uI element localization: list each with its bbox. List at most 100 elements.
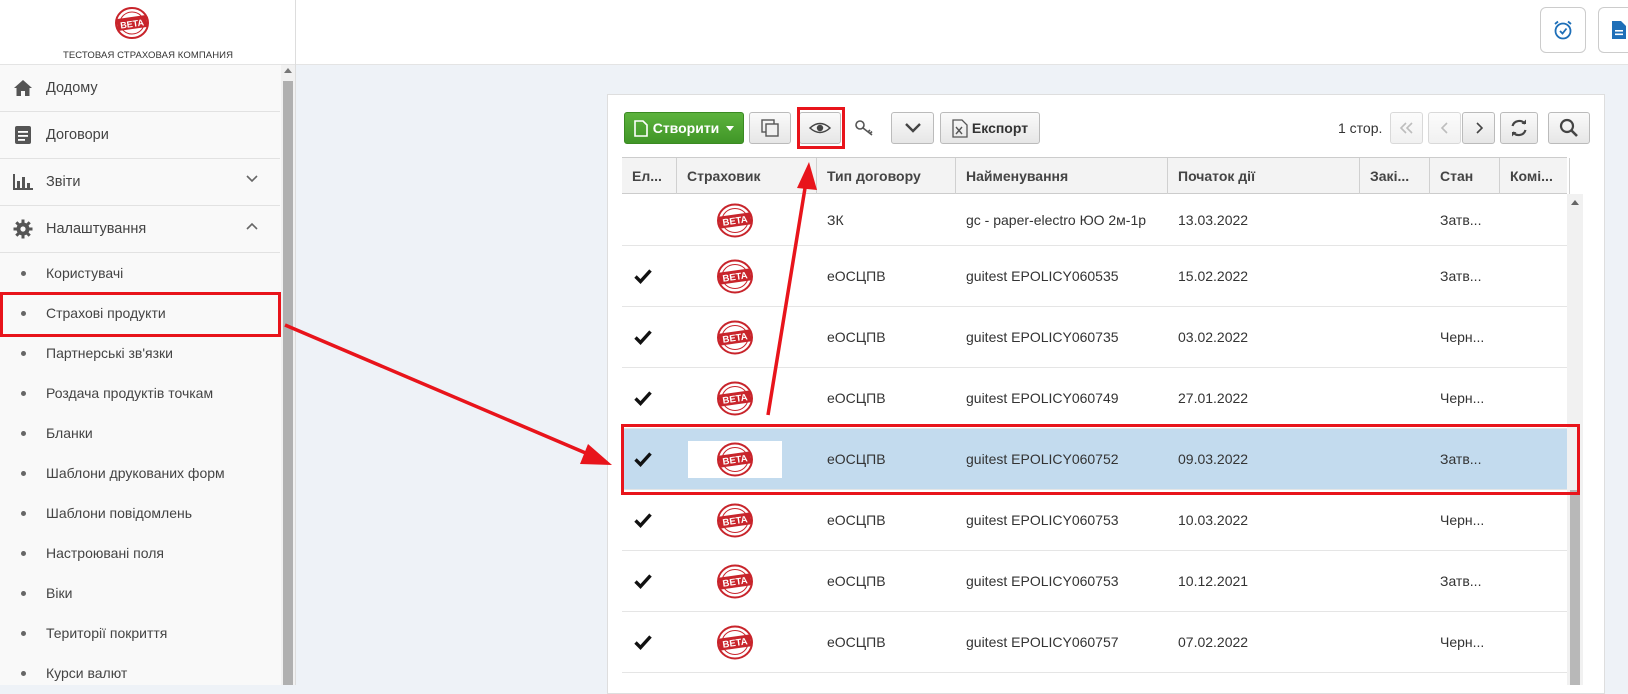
- state-cell: Черн...: [1440, 390, 1485, 406]
- table-row[interactable]: BETA еОСЦПВ guitest EPOLICY060749 27.01.…: [622, 368, 1567, 429]
- sidebar-subitem-users[interactable]: Користувачі: [0, 253, 280, 293]
- document-icon: [12, 124, 34, 146]
- grid-scrollbar-thumb[interactable]: [1570, 490, 1580, 685]
- insurer-logo-cell: BETA: [688, 380, 782, 417]
- column-header[interactable]: Страховик: [677, 158, 817, 194]
- svg-text:BETA: BETA: [722, 514, 749, 528]
- gear-icon: [12, 218, 34, 240]
- table-row[interactable]: BETA еОСЦПВ guitest EPOLICY060757 07.02.…: [622, 612, 1567, 673]
- insurer-logo: BETA: [717, 503, 753, 538]
- column-header[interactable]: Найменування: [956, 158, 1168, 194]
- top-bar: [296, 0, 1628, 65]
- page-count-label: 1 стор.: [1338, 120, 1383, 136]
- column-header[interactable]: Початок дії: [1168, 158, 1360, 194]
- annotation-highlight-selected-row: [621, 424, 1580, 495]
- column-header[interactable]: Стан: [1430, 158, 1500, 194]
- state-cell: Черн...: [1440, 329, 1485, 345]
- insurer-logo: BETA: [717, 381, 753, 416]
- create-button[interactable]: Створити: [624, 112, 744, 144]
- alarm-button[interactable]: [1540, 7, 1586, 53]
- annotation-highlight-view-button: [797, 107, 845, 149]
- alarm-clock-icon: [1554, 20, 1572, 40]
- prev-page-button[interactable]: [1428, 112, 1461, 144]
- caret-down-icon: [726, 125, 735, 131]
- next-page-button[interactable]: [1462, 112, 1495, 144]
- sidebar-subitem-message-templates[interactable]: Шаблони повідомлень: [0, 493, 280, 533]
- sidebar-subitem-currency-rates[interactable]: Курси валют: [0, 653, 280, 693]
- sidebar-subitem-label: Користувачі: [46, 265, 124, 281]
- sidebar-scrollbar-thumb[interactable]: [283, 81, 293, 685]
- insurer-logo-cell: BETA: [688, 319, 782, 356]
- table-row[interactable]: BETA еОСЦПВ guitest EPOLICY060535 15.02.…: [622, 246, 1567, 307]
- column-header[interactable]: Закі...: [1360, 158, 1430, 194]
- svg-text:BETA: BETA: [722, 575, 749, 589]
- table-row[interactable]: BETA еОСЦПВ guitest EPOLICY060753 10.12.…: [622, 551, 1567, 612]
- export-button[interactable]: Експорт: [940, 112, 1040, 144]
- sidebar-item-settings[interactable]: Налаштування: [0, 206, 280, 253]
- refresh-icon: [1511, 119, 1527, 137]
- svg-text:BETA: BETA: [722, 636, 749, 650]
- sidebar-subitem-custom-fields[interactable]: Настроювані поля: [0, 533, 280, 573]
- copy-button[interactable]: [749, 112, 791, 144]
- sidebar-subitem-partner-links[interactable]: Партнерські зв'язки: [0, 333, 280, 373]
- scroll-up-arrow-icon[interactable]: [284, 68, 292, 73]
- insurer-logo-cell: BETA: [688, 502, 782, 539]
- contract-type-cell: ЗК: [827, 212, 844, 228]
- table-row[interactable]: BETA еОСЦПВ guitest EPOLICY060753 10.03.…: [622, 490, 1567, 551]
- first-page-button[interactable]: [1390, 112, 1423, 144]
- contract-type-cell: еОСЦПВ: [827, 268, 886, 284]
- beta-stamp-logo: BETA: [115, 7, 149, 39]
- check-icon: [634, 330, 652, 345]
- chevron-down-icon: [904, 123, 921, 133]
- sidebar-item-contracts[interactable]: Договори: [0, 112, 280, 159]
- sidebar-item-label: Договори: [46, 127, 109, 143]
- svg-text:BETA: BETA: [722, 331, 749, 345]
- column-header[interactable]: Комі...: [1500, 158, 1570, 194]
- bullet: [21, 350, 26, 356]
- insurer-logo: BETA: [717, 259, 753, 294]
- sidebar: BETA ТЕСТОВАЯ СТРАХОВАЯ КОМПАНИЯ Додому …: [0, 0, 296, 685]
- confirm-button[interactable]: [891, 112, 934, 144]
- scroll-up-arrow-icon[interactable]: [1571, 200, 1579, 205]
- sidebar-subitem-ages[interactable]: Віки: [0, 573, 280, 613]
- state-cell: Затв...: [1440, 268, 1482, 284]
- start-date-cell: 15.02.2022: [1178, 268, 1249, 284]
- new-file-icon: [633, 119, 648, 137]
- sidebar-item-label: Звіти: [46, 174, 81, 190]
- column-header[interactable]: Ел...: [622, 158, 677, 194]
- sidebar-subitem-label: Курси валют: [46, 665, 128, 681]
- sidebar-subitem-coverage-territories[interactable]: Території покриття: [0, 613, 280, 653]
- key-button[interactable]: [844, 112, 886, 144]
- check-icon: [634, 269, 652, 284]
- bullet: [21, 390, 26, 396]
- table-row[interactable]: BETA ЗК gc - paper-electro ЮО 2м-1р 13.0…: [622, 194, 1567, 246]
- insurer-logo-cell: BETA: [688, 563, 782, 600]
- sidebar-item-reports[interactable]: Звіти: [0, 159, 280, 206]
- export-button-label: Експорт: [971, 120, 1029, 136]
- contract-type-cell: еОСЦПВ: [827, 329, 886, 345]
- sidebar-subitem-blanks[interactable]: Бланки: [0, 413, 280, 453]
- double-chevron-left-icon: [1399, 122, 1413, 134]
- sidebar-subitem-product-distribution[interactable]: Роздача продуктів точкам: [0, 373, 280, 413]
- bullet: [21, 550, 26, 556]
- contract-name-cell: guitest EPOLICY060753: [966, 512, 1119, 528]
- column-header[interactable]: Тип договору: [817, 158, 956, 194]
- contract-name-cell: guitest EPOLICY060735: [966, 329, 1119, 345]
- refresh-button[interactable]: [1500, 112, 1538, 144]
- documents-button[interactable]: [1598, 7, 1628, 53]
- state-cell: Черн...: [1440, 512, 1485, 528]
- file-icon: [1611, 21, 1626, 39]
- key-icon: [855, 120, 873, 136]
- sidebar-subitem-print-templates[interactable]: Шаблони друкованих форм: [0, 453, 280, 493]
- sidebar-item-home[interactable]: Додому: [0, 65, 280, 112]
- search-button[interactable]: [1548, 112, 1590, 144]
- chevron-down-icon: [246, 175, 258, 183]
- check-icon: [634, 513, 652, 528]
- table-row[interactable]: BETA еОСЦПВ guitest EPOLICY060735 03.02.…: [622, 307, 1567, 368]
- chevron-up-icon: [246, 222, 258, 230]
- company-logo-area[interactable]: BETA ТЕСТОВАЯ СТРАХОВАЯ КОМПАНИЯ: [0, 0, 295, 65]
- contract-name-cell: guitest EPOLICY060535: [966, 268, 1119, 284]
- insurer-logo-cell: BETA: [688, 202, 782, 239]
- state-cell: Затв...: [1440, 212, 1482, 228]
- contract-name-cell: guitest EPOLICY060753: [966, 573, 1119, 589]
